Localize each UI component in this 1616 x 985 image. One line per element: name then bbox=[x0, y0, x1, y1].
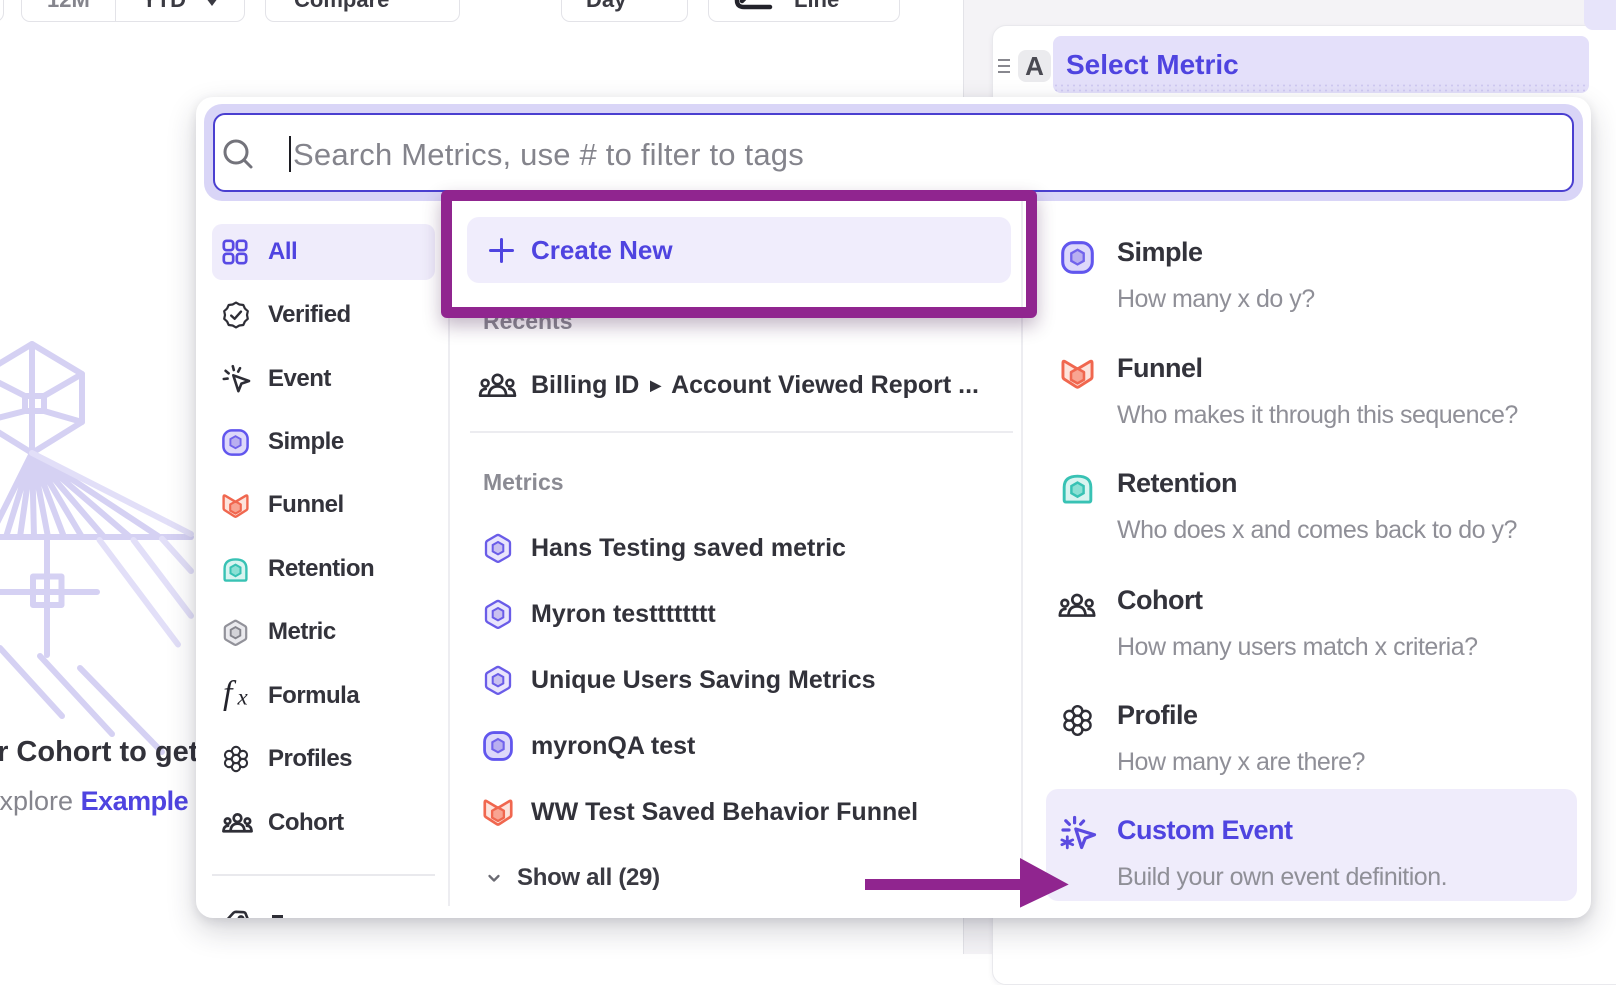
svg-text:x: x bbox=[237, 685, 249, 710]
svg-text:f: f bbox=[223, 680, 237, 712]
